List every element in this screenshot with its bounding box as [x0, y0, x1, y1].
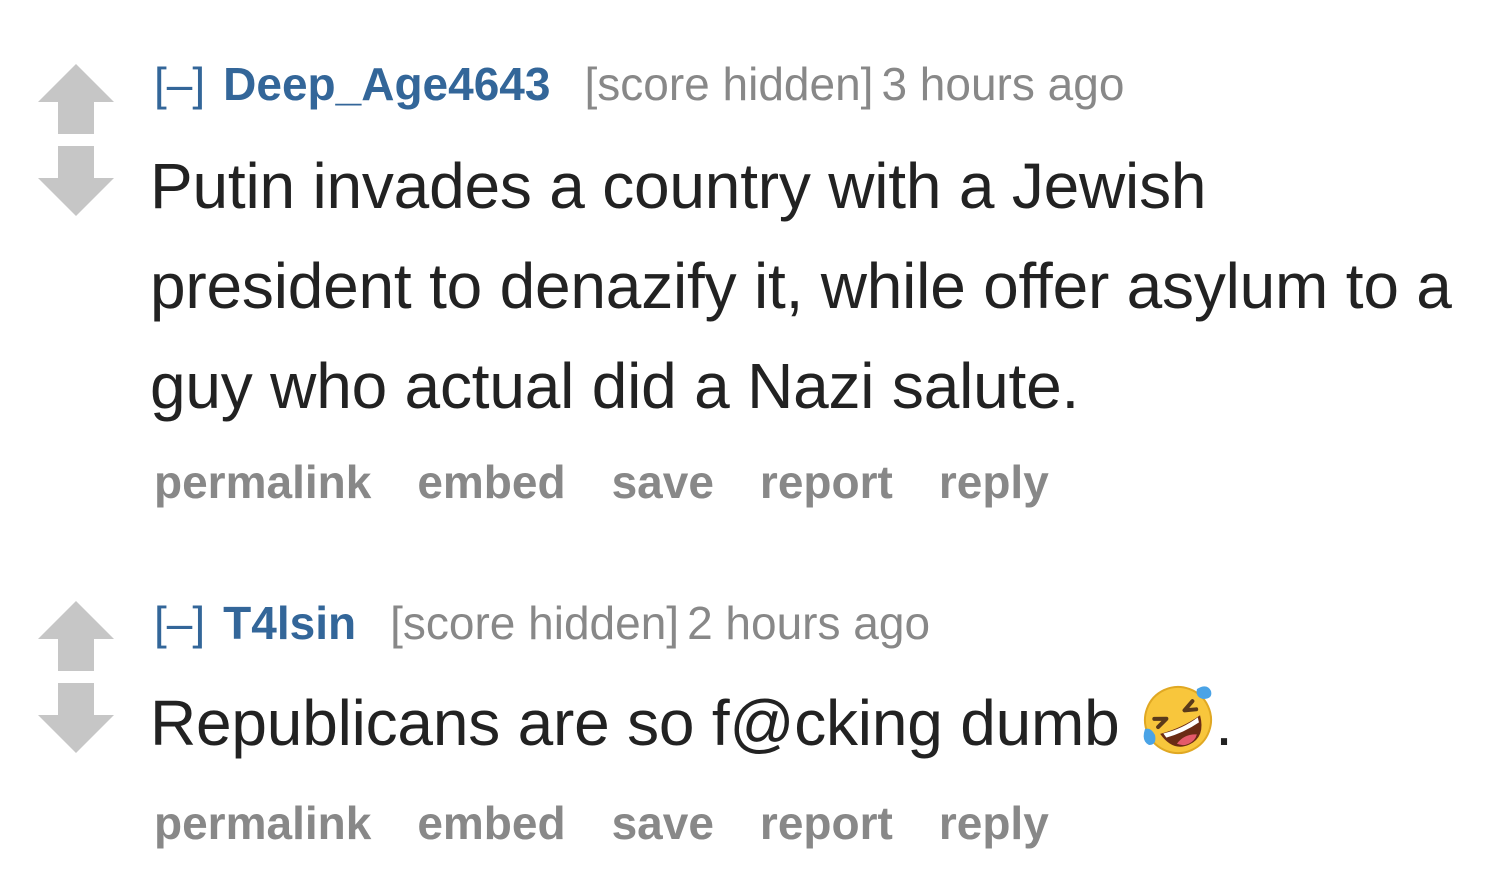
vote-arrows — [38, 64, 114, 216]
timestamp: 2 hours ago — [687, 597, 931, 649]
permalink-button[interactable]: permalink — [154, 456, 371, 508]
comment-tagline: [–] T4lsin [score hidden] 2 hours ago — [150, 593, 1464, 653]
comment-body: Putin invades a country with a Jewish pr… — [150, 136, 1464, 436]
comment: [–] Deep_Age4643 [score hidden] 3 hours ago… — [0, 0, 1494, 545]
save-button[interactable]: save — [612, 456, 714, 508]
comment-actions: permalink embed save report reply — [150, 793, 1464, 853]
embed-button[interactable]: embed — [417, 797, 565, 849]
permalink-button[interactable]: permalink — [154, 797, 371, 849]
score-hidden: [score hidden] — [584, 58, 874, 110]
comment: [–] T4lsin [score hidden] 2 hours ago Repub… — [0, 545, 1494, 892]
comment-entry: [–] T4lsin [score hidden] 2 hours ago Repub… — [150, 593, 1464, 853]
timestamp: 3 hours ago — [881, 58, 1125, 110]
reply-button[interactable]: reply — [939, 456, 1049, 508]
save-button[interactable]: save — [612, 797, 714, 849]
report-button[interactable]: report — [760, 456, 893, 508]
comment-tagline: [–] Deep_Age4643 [score hidden] 3 hours ago — [150, 54, 1464, 114]
collapse-toggle[interactable]: [–] — [154, 597, 205, 649]
comment-text: Putin invades a country with a Jewish pr… — [150, 150, 1452, 422]
comment-entry: [–] Deep_Age4643 [score hidden] 3 hours ago… — [150, 54, 1464, 512]
report-button[interactable]: report — [760, 797, 893, 849]
author-link[interactable]: T4lsin — [223, 597, 356, 649]
reply-button[interactable]: reply — [939, 797, 1049, 849]
embed-button[interactable]: embed — [417, 456, 565, 508]
upvote-arrow-icon[interactable] — [38, 601, 114, 671]
author-link[interactable]: Deep_Age4643 — [223, 58, 550, 110]
score-hidden: [score hidden] — [390, 597, 680, 649]
rolling-on-floor-laughing-emoji-icon — [1141, 683, 1215, 757]
downvote-arrow-icon[interactable] — [38, 146, 114, 216]
comment-body: Republicans are so f@cking dumb . — [150, 673, 1464, 773]
upvote-arrow-icon[interactable] — [38, 64, 114, 134]
comment-text: Republicans are so f@cking dumb — [150, 687, 1120, 759]
vote-arrows — [38, 601, 114, 753]
comment-actions: permalink embed save report reply — [150, 452, 1464, 512]
downvote-arrow-icon[interactable] — [38, 683, 114, 753]
comment-text-suffix: . — [1215, 687, 1233, 759]
collapse-toggle[interactable]: [–] — [154, 58, 205, 110]
